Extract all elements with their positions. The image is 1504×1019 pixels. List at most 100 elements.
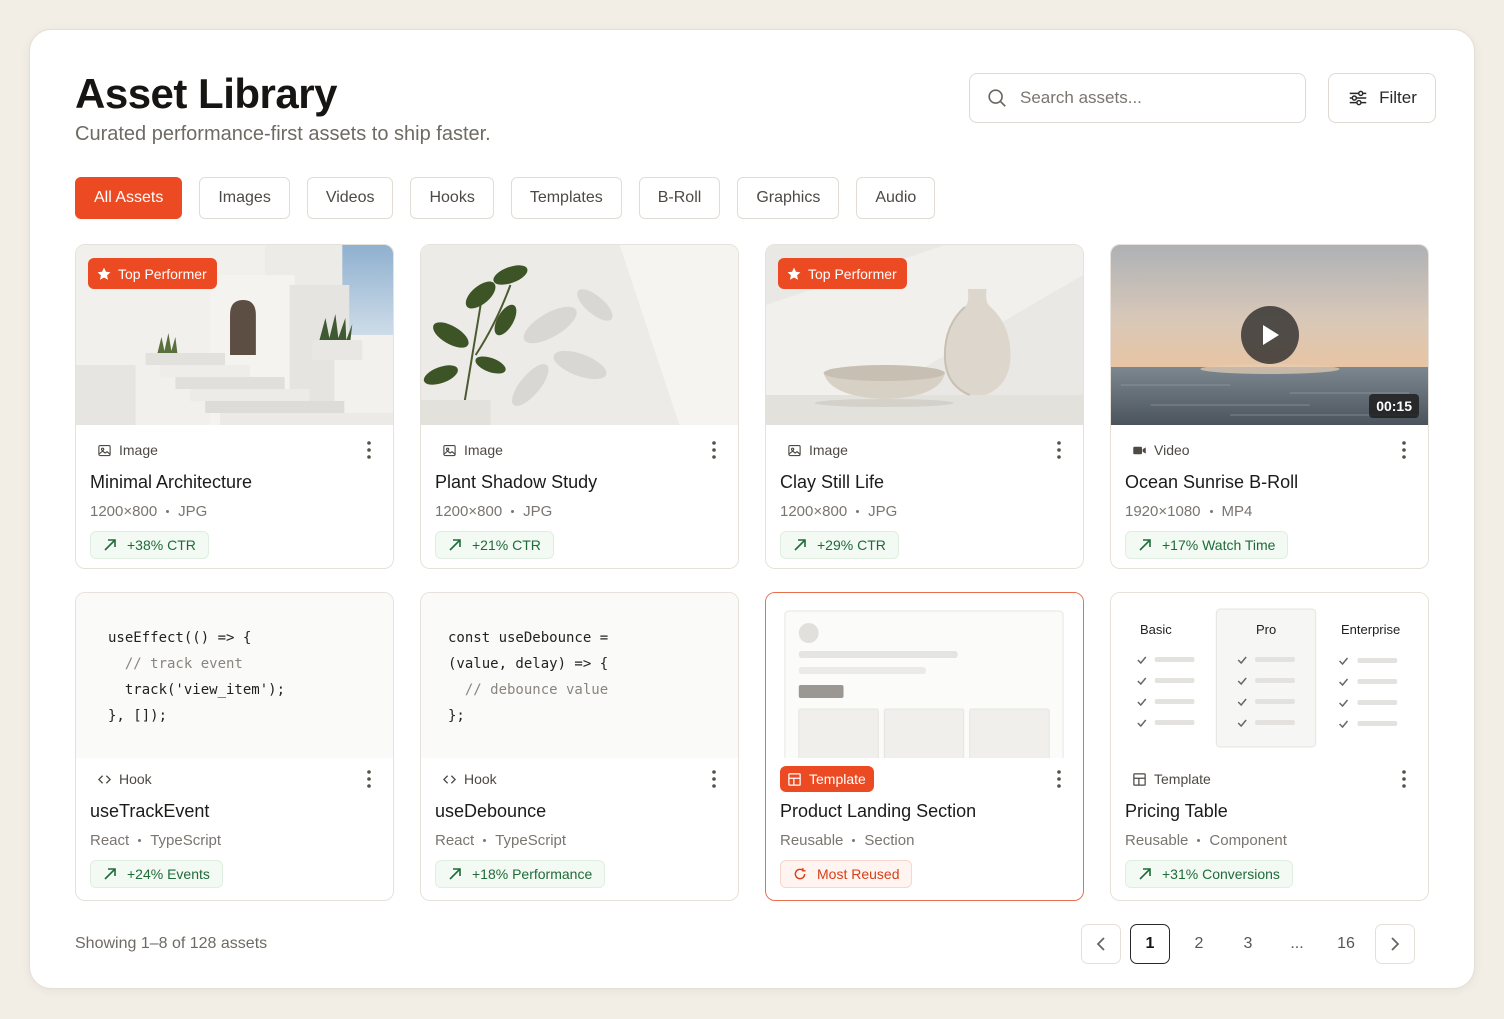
more-options-button[interactable] xyxy=(704,439,724,461)
star-icon xyxy=(787,267,801,280)
trend-arrow-icon xyxy=(449,868,461,880)
tab-videos[interactable]: Videos xyxy=(306,177,394,219)
trend-arrow-icon xyxy=(104,868,116,880)
asset-meta: Video Ocean Sunrise B-Roll 1920×1080 MP4 … xyxy=(1111,439,1428,559)
tab-images[interactable]: Images xyxy=(199,177,290,219)
trend-arrow-icon xyxy=(1139,868,1151,880)
performance-stat: +31% Conversions xyxy=(1125,860,1293,888)
tab-hooks[interactable]: Hooks xyxy=(410,177,494,219)
page-2-button[interactable]: 2 xyxy=(1179,924,1219,964)
asset-card-clay-still-life[interactable]: Top Performer Image Clay Still Life 1200… xyxy=(765,244,1084,569)
search-box[interactable] xyxy=(969,73,1306,123)
play-button[interactable] xyxy=(1241,306,1299,364)
asset-card-plant-shadow-study[interactable]: Image Plant Shadow Study 1200×800 JPG +21… xyxy=(420,244,739,569)
asset-name: Pricing Table xyxy=(1125,801,1228,821)
video-camera-icon xyxy=(1133,446,1146,454)
kebab-icon xyxy=(1057,770,1061,788)
asset-thumbnail: Top Performer xyxy=(76,245,393,425)
asset-meta: Image Minimal Architecture 1200×800 JPG +… xyxy=(76,439,393,559)
chevron-right-icon xyxy=(1391,937,1400,951)
asset-meta: Template Product Landing Section Reusabl… xyxy=(766,766,1083,888)
star-icon xyxy=(97,267,111,280)
asset-card-ocean-sunrise[interactable]: 00:15 Video Ocean Sunrise B-Roll 1920×10… xyxy=(1110,244,1429,569)
asset-name: useDebounce xyxy=(435,801,547,821)
performance-stat: +24% Events xyxy=(90,860,223,888)
kebab-icon xyxy=(712,441,716,459)
asset-type: Image xyxy=(780,442,848,458)
tab-templates[interactable]: Templates xyxy=(510,177,622,219)
asset-card-use-track-event[interactable]: useEffect(() => { // track event track('… xyxy=(75,592,394,901)
kebab-icon xyxy=(367,441,371,459)
asset-specs: 1200×800 JPG xyxy=(435,503,553,520)
chevron-left-icon xyxy=(1096,937,1105,951)
trend-arrow-icon xyxy=(104,539,116,551)
asset-meta: Template Pricing Table Reusable Component… xyxy=(1111,768,1428,888)
more-options-button[interactable] xyxy=(1049,768,1069,790)
asset-meta: Hook useTrackEvent React TypeScript +24% … xyxy=(76,768,393,888)
kebab-icon xyxy=(1057,441,1061,459)
filter-button[interactable]: Filter xyxy=(1328,73,1436,123)
asset-card-product-landing-section[interactable]: Template Product Landing Section Reusabl… xyxy=(765,592,1084,901)
more-options-button[interactable] xyxy=(359,439,379,461)
asset-name: Product Landing Section xyxy=(780,801,977,821)
code-brackets-icon xyxy=(97,774,112,784)
more-options-button[interactable] xyxy=(1049,439,1069,461)
asset-name: useTrackEvent xyxy=(90,801,210,821)
video-thumbnail[interactable]: 00:15 xyxy=(1111,245,1428,425)
page-16-button[interactable]: 16 xyxy=(1326,924,1366,964)
asset-card-use-debounce[interactable]: const useDebounce = (value, delay) => { /… xyxy=(420,592,739,901)
image-icon xyxy=(443,444,456,456)
asset-specs: React TypeScript xyxy=(90,832,222,849)
page-3-button[interactable]: 3 xyxy=(1228,924,1268,964)
asset-specs: 1920×1080 MP4 xyxy=(1125,503,1253,520)
pricing-col-pro: Pro xyxy=(1256,622,1277,637)
next-page-button[interactable] xyxy=(1375,924,1415,964)
asset-name: Clay Still Life xyxy=(780,472,885,492)
template-preview: Basic Pro Enterprise xyxy=(1111,593,1428,758)
more-options-button[interactable] xyxy=(704,768,724,790)
results-count: Showing 1–8 of 128 assets xyxy=(75,935,268,952)
asset-specs: 1200×800 JPG xyxy=(90,503,208,520)
tab-all-assets[interactable]: All Assets xyxy=(75,177,183,219)
performance-stat: +21% CTR xyxy=(435,531,554,559)
asset-name: Ocean Sunrise B-Roll xyxy=(1125,472,1299,492)
more-options-button[interactable] xyxy=(359,768,379,790)
asset-meta: Hook useDebounce React TypeScript +18% Pe… xyxy=(421,768,738,888)
tab-audio[interactable]: Audio xyxy=(856,177,936,219)
page-ellipsis: ... xyxy=(1290,935,1304,952)
more-options-button[interactable] xyxy=(1394,439,1414,461)
asset-specs: 1200×800 JPG xyxy=(780,503,898,520)
asset-type: Hook xyxy=(90,771,152,787)
asset-type: Video xyxy=(1125,442,1190,458)
more-options-button[interactable] xyxy=(1394,768,1414,790)
search-icon xyxy=(988,89,1006,107)
asset-card-minimal-architecture[interactable]: Top Performer Image Minimal Architecture… xyxy=(75,244,394,569)
pricing-col-enterprise: Enterprise xyxy=(1341,622,1401,637)
video-duration: 00:15 xyxy=(1369,394,1419,418)
asset-specs: React TypeScript xyxy=(435,832,567,849)
asset-name: Minimal Architecture xyxy=(90,472,253,492)
code-snippet: useEffect(() => { // track event track('… xyxy=(108,630,286,724)
pagination: 1 2 3 ... 16 xyxy=(1081,924,1415,964)
layout-icon xyxy=(788,772,801,786)
prev-page-button[interactable] xyxy=(1081,924,1121,964)
page-title: Asset Library xyxy=(75,70,337,117)
performance-stat: +38% CTR xyxy=(90,531,209,559)
trend-arrow-icon xyxy=(449,539,461,551)
most-reused-badge: Most Reused xyxy=(780,860,913,888)
asset-type: Template xyxy=(1125,771,1211,787)
asset-type-badge: Template xyxy=(780,766,874,792)
play-icon xyxy=(1263,325,1279,345)
asset-type: Image xyxy=(90,442,158,458)
refresh-icon xyxy=(794,868,806,880)
tab-graphics[interactable]: Graphics xyxy=(737,177,840,219)
page-1-button[interactable]: 1 xyxy=(1130,924,1170,964)
trend-arrow-icon xyxy=(794,539,806,551)
search-input[interactable] xyxy=(1020,88,1280,108)
tab-b-roll[interactable]: B-Roll xyxy=(638,177,721,219)
asset-card-pricing-table[interactable]: Basic Pro Enterprise Template Pricing Ta… xyxy=(1110,592,1429,901)
pricing-col-basic: Basic xyxy=(1140,622,1172,637)
asset-library-panel: Asset Library Curated performance-first … xyxy=(29,29,1475,989)
top-performer-badge: Top Performer xyxy=(778,258,907,289)
kebab-icon xyxy=(367,770,371,788)
